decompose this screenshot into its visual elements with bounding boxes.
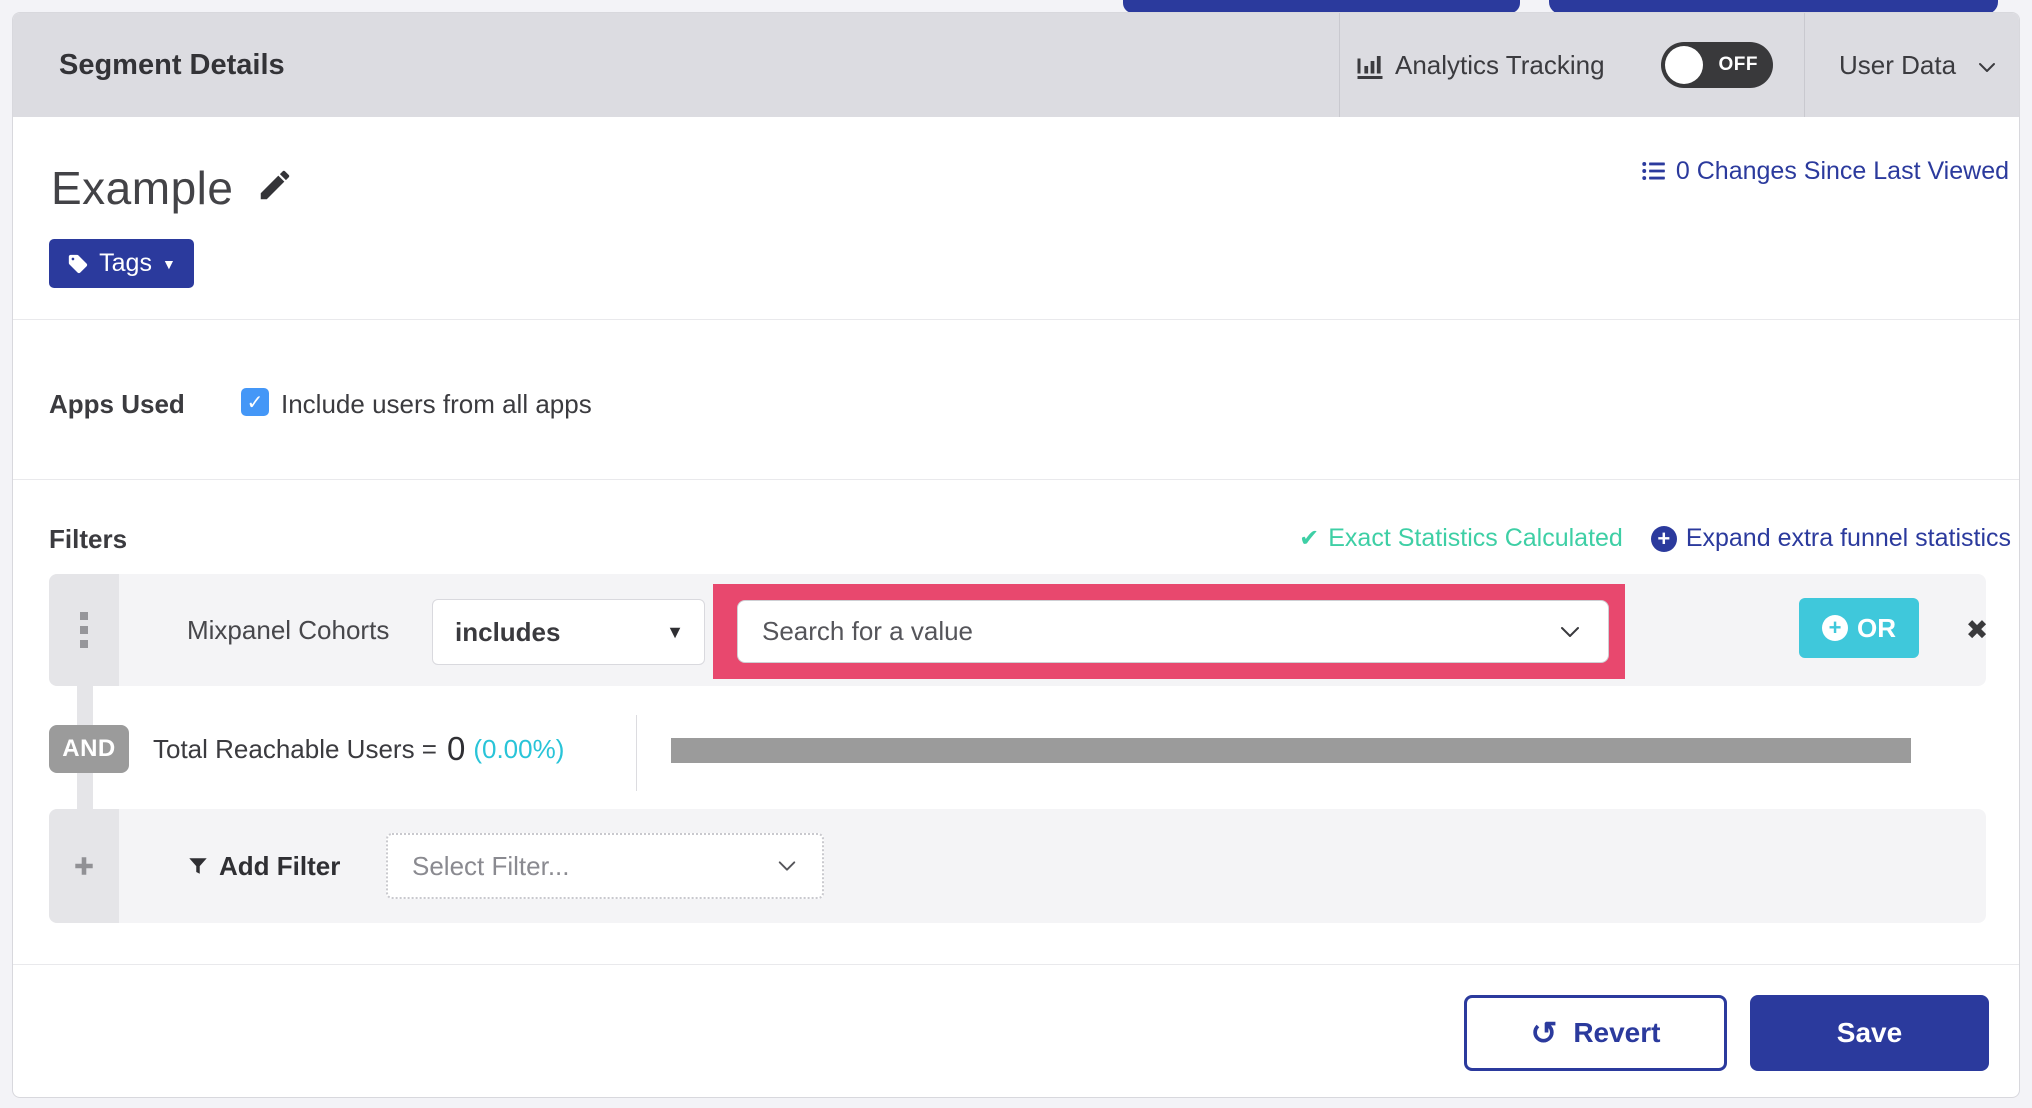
tag-icon bbox=[68, 254, 88, 273]
reachable-progress-bar bbox=[671, 738, 1911, 763]
add-or-condition-button[interactable]: + OR bbox=[1799, 598, 1919, 658]
list-icon bbox=[1642, 162, 1665, 180]
reachable-label: Total Reachable Users = bbox=[153, 733, 437, 764]
tags-button-label: Tags bbox=[99, 249, 152, 277]
filters-status-row: ✔ Exact Statistics Calculated + Expand e… bbox=[1299, 524, 2011, 553]
and-connector-badge: AND bbox=[49, 725, 129, 773]
value-search-placeholder: Search for a value bbox=[762, 616, 974, 646]
apps-used-label: Apps Used bbox=[49, 389, 185, 419]
save-button-label: Save bbox=[1836, 1017, 1903, 1048]
add-filter-label: Add Filter bbox=[219, 850, 341, 881]
include-all-apps-label: Include users from all apps bbox=[281, 389, 592, 419]
reachable-value: 0 bbox=[446, 730, 466, 767]
total-reachable-users: Total Reachable Users = 0 (0.00%) bbox=[153, 725, 564, 773]
toggle-state-label: OFF bbox=[1718, 54, 1758, 75]
remove-filter-button[interactable]: ✖ bbox=[1927, 574, 2019, 686]
filter-field-label: Mixpanel Cohorts bbox=[187, 615, 390, 645]
drag-dots-icon bbox=[80, 612, 88, 654]
chevron-down-icon bbox=[778, 861, 796, 871]
section-divider bbox=[13, 319, 2019, 320]
plus-circle-icon: + bbox=[1650, 525, 1677, 552]
filters-heading: Filters bbox=[49, 524, 128, 554]
filter-funnel-icon bbox=[189, 858, 207, 874]
close-icon: ✖ bbox=[1965, 615, 1989, 645]
header-divider bbox=[1339, 13, 1340, 117]
section-divider bbox=[13, 479, 2019, 480]
analytics-tracking-label: Analytics Tracking bbox=[1395, 50, 1605, 80]
or-button-label: OR bbox=[1857, 612, 1896, 643]
filter-row: Mixpanel Cohorts includes ▼ Search for a… bbox=[49, 574, 1988, 686]
include-all-apps-checkbox[interactable]: ✓ bbox=[241, 388, 269, 416]
reachable-percent: (0.00%) bbox=[473, 733, 565, 764]
select-filter-dropdown[interactable]: Select Filter... bbox=[386, 833, 824, 899]
caret-down-icon: ▼ bbox=[666, 622, 684, 642]
card-header: Segment Details Analytics Tracking OFF U… bbox=[13, 13, 2019, 117]
add-filter-row: Add Filter Select Filter... bbox=[49, 809, 1986, 923]
segment-details-card: Segment Details Analytics Tracking OFF U… bbox=[12, 12, 2020, 1098]
chevron-down-icon bbox=[1561, 627, 1579, 637]
edit-pencil-icon[interactable] bbox=[256, 166, 294, 204]
revert-button-label: Revert bbox=[1573, 1017, 1661, 1048]
drag-handle[interactable] bbox=[49, 574, 119, 686]
plus-icon bbox=[75, 857, 93, 875]
check-icon: ✔ bbox=[1299, 525, 1320, 552]
and-label: AND bbox=[62, 735, 116, 762]
caret-down-icon: ▼ bbox=[161, 255, 176, 272]
analytics-tracking-toggle[interactable]: OFF bbox=[1661, 42, 1773, 88]
expand-funnel-statistics-link[interactable]: Expand extra funnel statistics bbox=[1686, 524, 2011, 553]
bar-chart-icon bbox=[1357, 56, 1383, 79]
save-button[interactable]: Save bbox=[1750, 995, 1989, 1071]
select-filter-placeholder: Select Filter... bbox=[412, 851, 570, 881]
chevron-down-icon bbox=[1979, 63, 1995, 72]
revert-button[interactable]: ↺ Revert bbox=[1464, 995, 1727, 1071]
changes-since-last-viewed-link[interactable]: 0 Changes Since Last Viewed bbox=[1641, 153, 2009, 189]
changes-link-label: 0 Changes Since Last Viewed bbox=[1675, 156, 2009, 185]
page-title: Segment Details bbox=[59, 49, 285, 81]
add-filter-label-group: Add Filter bbox=[187, 809, 340, 923]
revert-icon: ↺ bbox=[1530, 1015, 1558, 1051]
toggle-knob bbox=[1665, 46, 1703, 84]
header-divider bbox=[1804, 13, 1805, 117]
checkbox-check-icon: ✓ bbox=[246, 391, 264, 414]
plus-circle-icon: + bbox=[1822, 615, 1848, 641]
add-filter-handle[interactable] bbox=[49, 809, 119, 923]
operator-select[interactable]: includes ▼ bbox=[432, 599, 705, 665]
segment-name: Example bbox=[51, 162, 234, 214]
footer-divider bbox=[13, 964, 2019, 965]
highlight-annotation: Search for a value bbox=[713, 584, 1625, 679]
exact-statistics-label: Exact Statistics Calculated bbox=[1328, 524, 1623, 552]
operator-value: includes bbox=[455, 617, 561, 647]
user-data-label: User Data bbox=[1839, 50, 1957, 80]
value-search-select[interactable]: Search for a value bbox=[737, 600, 1609, 663]
stats-divider bbox=[636, 715, 637, 791]
tags-button[interactable]: Tags ▼ bbox=[49, 239, 194, 288]
